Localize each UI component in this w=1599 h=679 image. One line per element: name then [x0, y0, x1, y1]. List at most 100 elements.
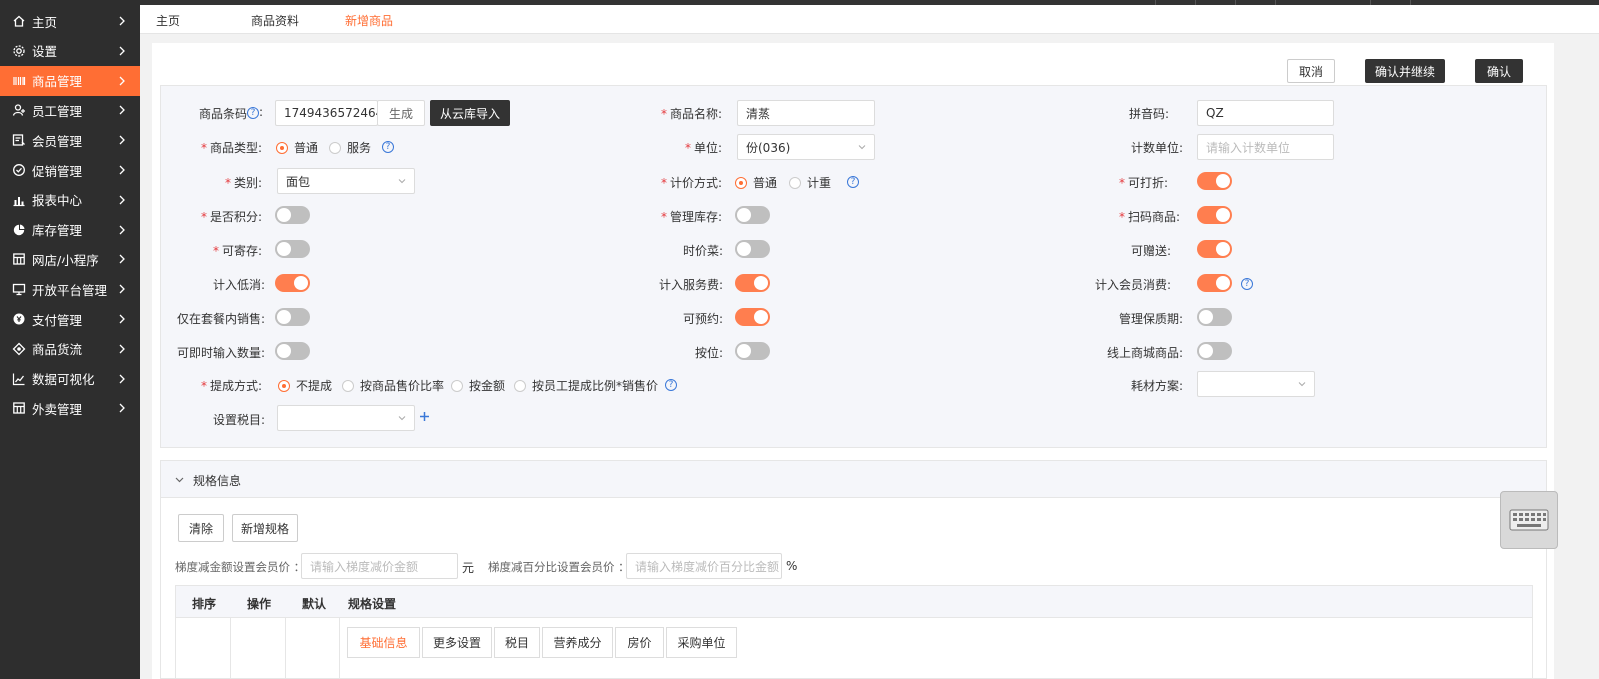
category-select[interactable]: 面包	[277, 168, 415, 194]
tab-home[interactable]: 主页	[156, 12, 180, 29]
consumables-select[interactable]	[1197, 371, 1315, 397]
help-icon[interactable]: ?	[382, 141, 394, 153]
sidebar-item[interactable]: 商品管理	[0, 65, 140, 96]
radio-label: 服务	[347, 141, 372, 155]
pricing-weight-radio[interactable]: 计重	[789, 174, 831, 191]
combo-only-switch[interactable]	[275, 308, 310, 326]
radio-label: 普通	[753, 176, 778, 190]
barcode-input[interactable]: 1749436572464	[275, 100, 383, 126]
sidebar-item[interactable]: 员工管理	[0, 95, 140, 125]
plus-icon[interactable]	[419, 411, 430, 422]
tab-nutrition[interactable]: 营养成分	[542, 627, 613, 658]
online-mall-switch[interactable]	[1197, 342, 1232, 360]
sidebar-item[interactable]: 主页	[0, 6, 140, 36]
by-seat-switch[interactable]	[735, 342, 770, 360]
discountable-switch[interactable]	[1197, 172, 1232, 190]
manage-stock-switch[interactable]	[735, 206, 770, 224]
help-icon[interactable]: ?	[847, 176, 859, 188]
chevron-right-icon	[119, 76, 125, 86]
barcode-icon	[13, 76, 26, 85]
min-spend-switch[interactable]	[275, 274, 310, 292]
chevron-right-icon	[119, 225, 125, 235]
generate-barcode-button[interactable]: 生成	[377, 100, 425, 126]
member-spend-switch[interactable]	[1197, 274, 1232, 292]
radio-dot	[276, 141, 288, 154]
radio-dot	[342, 379, 354, 392]
tab-more-settings[interactable]: 更多设置	[422, 627, 492, 658]
chevron-down-icon	[858, 145, 866, 150]
radio-dot	[329, 141, 341, 154]
goods-name-input[interactable]: 清蒸	[737, 100, 875, 126]
help-icon[interactable]: ?	[665, 379, 677, 391]
cloud-import-button[interactable]: 从云库导入	[430, 100, 510, 126]
commission-price-ratio-radio[interactable]: 按商品售价比率	[342, 377, 444, 394]
tab-goods-info[interactable]: 商品资料	[251, 12, 299, 29]
add-spec-button[interactable]: 新增规格	[232, 514, 298, 542]
radio-label: 不提成	[296, 379, 333, 393]
tax-select[interactable]	[277, 405, 415, 431]
commission-none-radio[interactable]: 不提成	[278, 377, 332, 394]
service-fee-switch[interactable]	[735, 274, 770, 292]
help-icon[interactable]: ?	[247, 107, 259, 119]
sidebar-item[interactable]: 促销管理	[0, 155, 140, 185]
sidebar-item[interactable]: 设置	[0, 36, 140, 66]
pricing-normal-radio[interactable]: 普通	[735, 174, 777, 191]
basic-form: 商品条码 ? : 1749436572464 生成 从云库导入 * 商品名称: 清…	[160, 85, 1547, 448]
tab-basic-info[interactable]: 基础信息	[347, 627, 420, 658]
sidebar-item-label: 支付管理	[32, 312, 83, 328]
giftable-switch[interactable]	[1197, 240, 1232, 258]
help-icon[interactable]: ?	[1241, 278, 1253, 290]
clear-button[interactable]: 清除	[178, 514, 224, 542]
tier-percent-input[interactable]: 请输入梯度减价百分比金额	[626, 553, 782, 579]
sidebar-item[interactable]: 外卖管理	[0, 393, 140, 423]
sidebar-item[interactable]: 数据可视化	[0, 364, 140, 394]
tab-room-price[interactable]: 房价	[615, 627, 664, 658]
sidebar-item[interactable]: 开放平台管理	[0, 274, 140, 304]
chevron-right-icon	[119, 165, 125, 175]
keyboard-icon	[1509, 509, 1549, 531]
sidebar-item[interactable]: 报表中心	[0, 185, 140, 215]
tab-add-goods[interactable]: 新增商品	[345, 12, 393, 29]
tax-label: 设置税目:	[213, 413, 266, 427]
sidebar-item[interactable]: 库存管理	[0, 215, 140, 245]
spec-header[interactable]: 规格信息	[161, 461, 1546, 498]
seasonal-switch[interactable]	[735, 240, 770, 258]
sidebar-item-label: 库存管理	[32, 223, 83, 239]
points-switch[interactable]	[275, 206, 310, 224]
column-divider	[285, 618, 286, 679]
unit-select[interactable]: 份(036)	[737, 134, 875, 160]
instant-qty-switch[interactable]	[275, 342, 310, 360]
points-label: * 是否积分:	[201, 210, 263, 224]
sidebar: 主页设置商品管理 员工管理 会员管理 促销管理报表中心库存管理网店/小程序 开放平台管理…	[0, 0, 140, 679]
sidebar-item[interactable]: 支付管理	[0, 304, 140, 334]
confirm-continue-button[interactable]: 确认并继续	[1365, 59, 1445, 83]
pinyin-input[interactable]: QZ	[1197, 100, 1334, 126]
keyboard-button[interactable]	[1500, 491, 1558, 549]
sidebar-item-label: 报表中心	[32, 193, 83, 209]
shelf-life-switch[interactable]	[1197, 308, 1232, 326]
sidebar-item[interactable]: 网店/小程序	[0, 244, 140, 274]
reservable-label: 可预约:	[683, 312, 724, 326]
tab-tax[interactable]: 税目	[494, 627, 540, 658]
bar-chart-icon	[13, 196, 25, 206]
scan-goods-label: * 扫码商品:	[1119, 210, 1181, 224]
count-unit-input[interactable]: 请输入计数单位	[1197, 134, 1334, 160]
monitor-icon	[12, 284, 26, 296]
tier-amount-input[interactable]: 请输入梯度减价金额	[301, 553, 458, 579]
reservable-switch[interactable]	[735, 308, 770, 326]
cancel-button[interactable]: 取消	[1287, 59, 1335, 83]
sidebar-item[interactable]: 商品货流	[0, 334, 140, 364]
goods-type-normal-radio[interactable]: 普通	[276, 139, 318, 156]
commission-amount-radio[interactable]: 按金额	[451, 377, 505, 394]
sidebar-item[interactable]: 会员管理	[0, 125, 140, 155]
commission-staff-ratio-radio[interactable]: 按员工提成比例*销售价	[514, 377, 658, 394]
storable-switch[interactable]	[275, 240, 310, 258]
sidebar-item-label: 设置	[32, 44, 58, 60]
goods-type-service-radio[interactable]: 服务	[329, 139, 371, 156]
yuan-unit: 元	[462, 561, 475, 575]
sidebar-item-label: 主页	[32, 14, 58, 30]
scan-goods-switch[interactable]	[1197, 206, 1232, 224]
tab-purchase-unit[interactable]: 采购单位	[666, 627, 737, 658]
sidebar-item-label: 外卖管理	[32, 401, 83, 417]
confirm-button[interactable]: 确认	[1475, 59, 1523, 83]
